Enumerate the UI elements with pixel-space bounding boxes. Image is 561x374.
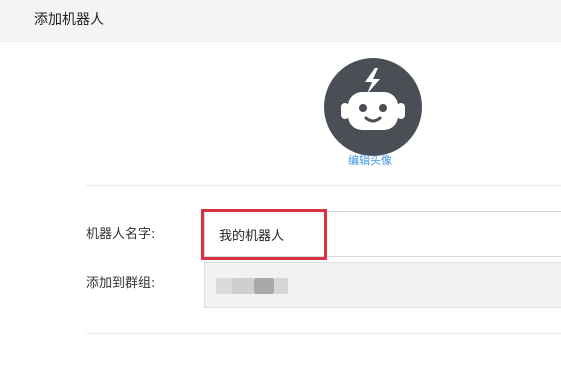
redacted-group-name [274, 278, 288, 294]
group-label: 添加到群组: [86, 276, 156, 291]
group-select[interactable] [204, 262, 561, 308]
divider-bottom [86, 333, 561, 334]
edit-avatar-link[interactable]: 编辑头像 [348, 154, 392, 168]
redacted-group-name [254, 278, 274, 294]
dialog-title: 添加机器人 [34, 12, 104, 28]
redacted-group-name [216, 278, 232, 294]
dialog-body [0, 42, 561, 374]
robot-name-label: 机器人名字: [86, 227, 156, 242]
dialog-header: 添加机器人 [0, 0, 561, 42]
robot-avatar-icon[interactable] [324, 58, 422, 156]
add-robot-dialog: 添加机器人 编辑头像 机器人名字: 添加到群组: [0, 0, 561, 374]
redacted-group-name [232, 278, 254, 294]
divider-top [86, 185, 561, 186]
robot-name-input[interactable] [204, 211, 561, 257]
